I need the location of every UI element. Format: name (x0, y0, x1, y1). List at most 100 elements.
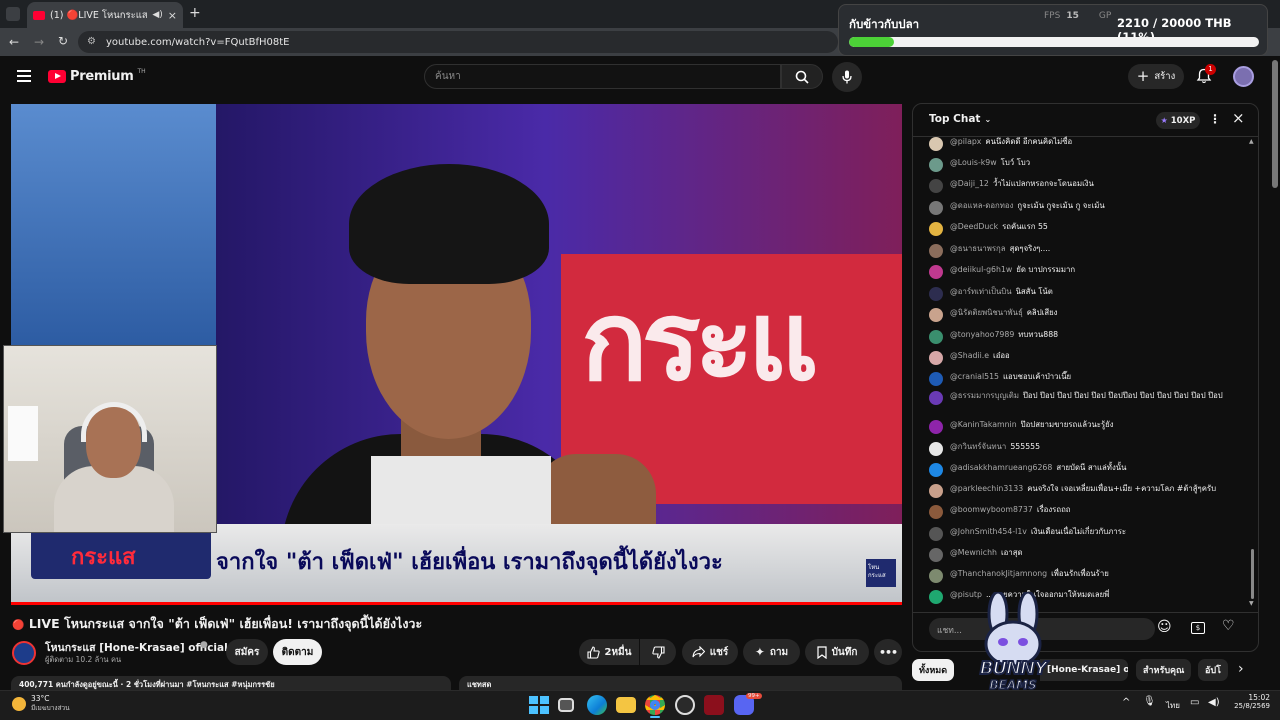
video-progress-bar[interactable] (11, 602, 902, 605)
chat-author-avatar[interactable] (929, 590, 943, 604)
file-explorer-icon[interactable] (616, 697, 636, 713)
chat-author-avatar[interactable] (929, 222, 943, 236)
chat-author-name[interactable]: @Louis-k9w (950, 158, 997, 167)
chat-author-name[interactable]: @parkleechin3133 (950, 484, 1023, 493)
chat-author-name[interactable]: @Daiji_12 (950, 179, 989, 188)
chat-message[interactable]: @Shadii.e เอ๋ออ (929, 351, 1243, 365)
chip-for-you[interactable]: สำหรับคุณ (1136, 659, 1192, 681)
chat-message[interactable]: @ธรรมมากรบุญเติม ป๊อป ป๊อป ป๊อป ป๊อป ป๊อป… (929, 391, 1243, 405)
chat-author-avatar[interactable] (929, 179, 943, 193)
heart-icon[interactable]: ♡ (1222, 618, 1235, 634)
chat-author-name[interactable]: @ธรรมมากรบุญเติม (950, 391, 1019, 400)
chat-message[interactable]: @DeedDuck รถคันแรก 55 (929, 222, 1243, 236)
page-scrollbar[interactable] (1272, 60, 1278, 188)
chat-author-name[interactable]: @ธนาธนาพรกุล (950, 244, 1006, 253)
reload-icon[interactable]: ↻ (58, 34, 68, 48)
chat-author-avatar[interactable] (929, 391, 943, 405)
close-chat-icon[interactable]: × (1232, 109, 1245, 127)
chat-author-avatar[interactable] (929, 158, 943, 172)
weather-widget[interactable]: 33°C มีเมฆบางส่วน (12, 694, 70, 713)
chat-author-name[interactable]: @ดอแหล-ดอกทอง (950, 201, 1013, 210)
back-icon[interactable]: ← (9, 35, 19, 49)
tab-strip-menu-icon[interactable] (6, 7, 20, 21)
chat-message[interactable]: @Louis-k9w โบว์ โบว (929, 158, 1243, 172)
chat-author-name[interactable]: @อาร์ทเท่าเป็นบิน (950, 287, 1012, 296)
chip-all[interactable]: ทั้งหมด (912, 659, 955, 681)
dislike-button[interactable] (640, 639, 676, 665)
chat-author-avatar[interactable] (929, 484, 943, 498)
super-chat-icon[interactable]: $ (1191, 622, 1205, 634)
chat-author-name[interactable]: @deiikul-g6h1w (950, 265, 1012, 274)
network-icon[interactable]: ▭ (1190, 697, 1199, 708)
create-button[interactable]: + สร้าง (1128, 64, 1184, 89)
chat-message[interactable]: @pilapx คนนึงคิดดี อีกคนคิดไม่ซื่อ (929, 137, 1243, 151)
chat-message[interactable]: @Mewnichh เอาสุด (929, 548, 1243, 562)
chat-message[interactable]: @KaninTakamnin ป๊อปสยามขายรถแล้วนะรู้ยัง (929, 420, 1243, 434)
chat-author-avatar[interactable] (929, 137, 943, 151)
account-avatar[interactable] (1233, 66, 1254, 87)
chat-message[interactable]: @นิรัตติยพนิชนาพันธุ์ คลิปเสียง (929, 308, 1243, 322)
site-info-icon[interactable]: ⚙ (87, 36, 96, 47)
chat-message[interactable]: @JohnSmith454-l1v เงินเดือนเนื่อไม่เกี่ยว… (929, 527, 1243, 541)
chat-message[interactable]: @parkleechin3133 คนจริงใจ เจอเหลี่ยมเพื่อ… (929, 484, 1243, 498)
save-button[interactable]: บันทึก (805, 639, 869, 665)
chat-author-name[interactable]: @tonyahoo7989 (950, 330, 1014, 339)
like-button[interactable]: 2หมื่น (579, 639, 639, 665)
emoji-icon[interactable]: ☺ (1157, 619, 1172, 635)
chat-author-avatar[interactable] (929, 420, 943, 434)
chat-message[interactable]: @กวินทร์จันทนา 555555 (929, 442, 1243, 456)
chat-author-avatar[interactable] (929, 442, 943, 456)
app-red-icon[interactable] (704, 695, 724, 715)
chat-author-name[interactable]: @กวินทร์จันทนา (950, 442, 1006, 451)
chat-author-name[interactable]: @adisakkhamrueang6268 (950, 463, 1052, 472)
chat-author-name[interactable]: @Shadii.e (950, 351, 989, 360)
chat-author-avatar[interactable] (929, 201, 943, 215)
notifications-button[interactable]: 1 (1196, 64, 1216, 86)
chat-author-avatar[interactable] (929, 330, 943, 344)
chat-message[interactable]: @boomwyboom8737 เรื่องรถถถ (929, 505, 1243, 519)
chat-author-name[interactable]: @cranial515 (950, 372, 999, 381)
forward-icon[interactable]: → (34, 35, 44, 49)
chat-message[interactable]: @อาร์ทเท่าเป็นบิน นิสสัน โน้ต (929, 287, 1243, 301)
live-chat-replay-box[interactable]: แชทสด (459, 676, 902, 690)
chat-mode-selector[interactable]: Top Chat ⌄ (929, 113, 991, 125)
clock[interactable]: 15:02 25/8/2569 (1232, 693, 1270, 710)
join-button[interactable]: สมัคร (226, 639, 268, 665)
chat-author-avatar[interactable] (929, 527, 943, 541)
chat-author-avatar[interactable] (929, 265, 943, 279)
share-button[interactable]: แชร์ (682, 639, 738, 665)
close-tab-icon[interactable]: × (168, 9, 177, 22)
more-actions-button[interactable]: ••• (874, 639, 902, 665)
chat-message[interactable]: @ThanchanokJitjamnong เพื่อนรักเพื่อนร้าย (929, 569, 1243, 583)
chat-author-name[interactable]: @ThanchanokJitjamnong (950, 569, 1047, 578)
chat-author-avatar[interactable] (929, 308, 943, 322)
chat-scrollbar-thumb[interactable] (1251, 549, 1254, 599)
chat-message[interactable]: @adisakkhamrueang6268 สายบัดนี สาแล่ทั้งน… (929, 463, 1243, 477)
description-box[interactable]: 400,771 คนกำลังดูอยู่ขณะนี้ · 2 ชั่วโมงท… (11, 676, 451, 690)
ask-button[interactable]: ✦ ถาม (743, 639, 800, 665)
search-button[interactable] (781, 64, 823, 89)
chips-next-icon[interactable]: › (1238, 661, 1244, 677)
chrome-icon[interactable] (645, 695, 665, 715)
chat-message[interactable]: @tonyahoo7989 ทบทวน888 (929, 330, 1243, 344)
chat-author-name[interactable]: @นิรัตติยพนิชนาพันธุ์ (950, 308, 1023, 317)
chat-author-name[interactable]: @boomwyboom8737 (950, 505, 1033, 514)
chat-author-avatar[interactable] (929, 548, 943, 562)
chat-author-avatar[interactable] (929, 569, 943, 583)
chat-author-name[interactable]: @KaninTakamnin (950, 420, 1017, 429)
address-bar[interactable]: ⚙ youtube.com/watch?v=FQutBfH08tE (78, 31, 838, 53)
browser-tab[interactable]: (1) 🔴LIVE โหนกระแส จากใจ ◀) × (27, 2, 183, 28)
chat-author-avatar[interactable] (929, 505, 943, 519)
chat-author-avatar[interactable] (929, 372, 943, 386)
chat-message[interactable]: @deiikul-g6h1w ยัด บาปกรรมมาก (929, 265, 1243, 279)
chip-recent[interactable]: อัปโ (1198, 659, 1228, 681)
chat-author-avatar[interactable] (929, 287, 943, 301)
chat-author-avatar[interactable] (929, 244, 943, 258)
channel-avatar[interactable] (12, 641, 36, 665)
search-input[interactable]: ค้นหา (424, 64, 781, 89)
chat-message[interactable]: @Daiji_12 ว้ำไม่แปลกหรอกจะโดนอมเงิน (929, 179, 1243, 193)
chat-message[interactable]: @cranial515 แอบชอบเค้าป่าวเนี๊ย (929, 372, 1243, 386)
chat-author-name[interactable]: @pilapx (950, 137, 981, 146)
task-view-icon[interactable] (558, 698, 574, 712)
chat-message[interactable]: @ดอแหล-ดอกทอง กูจะเม้น กูจะเม้น กู จะเม้น (929, 201, 1243, 215)
